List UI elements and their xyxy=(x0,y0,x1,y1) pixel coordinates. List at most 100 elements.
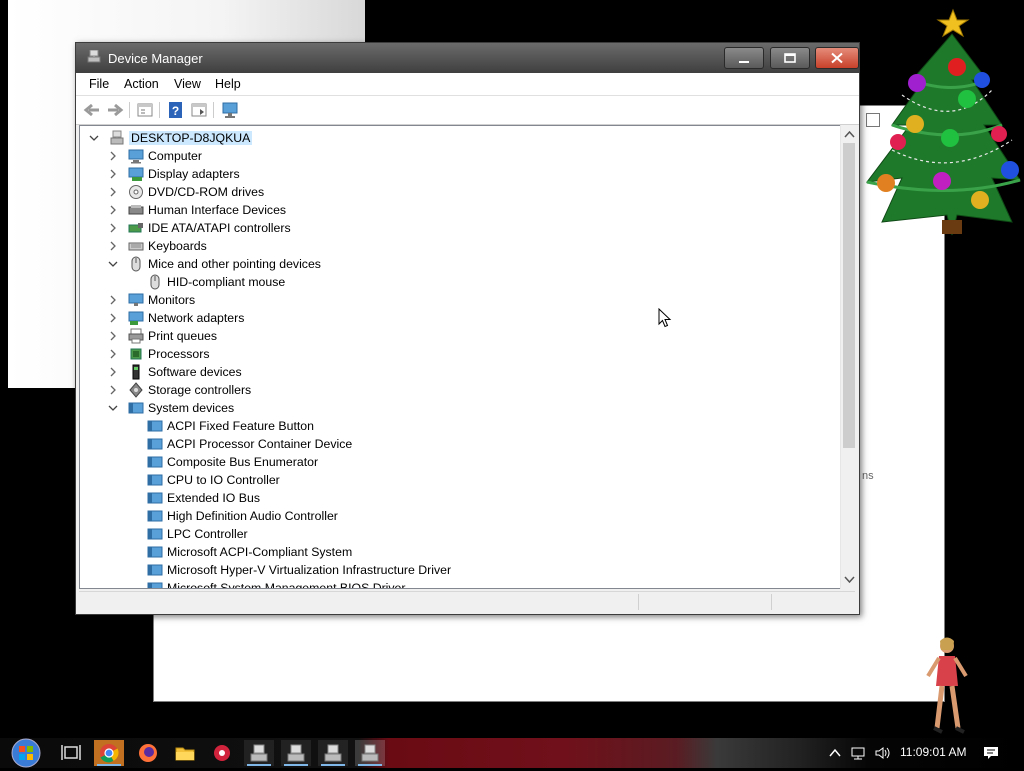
tree-item-label: Microsoft ACPI-Compliant System xyxy=(167,545,353,559)
system-device-icon xyxy=(147,438,163,450)
help-icon[interactable]: ? xyxy=(167,101,185,119)
tree-device-lpc-controller[interactable]: LPC Controller xyxy=(80,525,843,543)
tree-category-storage-controllers[interactable]: Storage controllers xyxy=(80,381,843,399)
red-app-icon[interactable] xyxy=(207,740,237,766)
tree-device-cpu-to-io-controller[interactable]: CPU to IO Controller xyxy=(80,471,843,489)
chevron-right-icon[interactable] xyxy=(107,330,119,342)
svg-text:?: ? xyxy=(172,104,179,118)
system-device-icon xyxy=(147,510,163,522)
network-icon[interactable] xyxy=(850,745,868,761)
storage-device-icon xyxy=(129,382,143,398)
file-explorer-icon[interactable] xyxy=(170,740,200,766)
task-view-icon[interactable] xyxy=(56,740,86,766)
tree-category-network-adapters[interactable]: Network adapters xyxy=(80,309,843,327)
system-device-icon xyxy=(147,474,163,486)
chevron-up-icon[interactable] xyxy=(828,745,842,761)
back-arrow-icon[interactable] xyxy=(83,101,101,119)
driver-details-icon[interactable] xyxy=(190,101,208,119)
chevron-right-icon[interactable] xyxy=(107,186,119,198)
chevron-right-icon[interactable] xyxy=(107,150,119,162)
maximize-icon xyxy=(784,53,796,63)
menu-file[interactable]: File xyxy=(89,77,109,91)
vertical-scrollbar[interactable] xyxy=(840,125,857,589)
chevron-right-icon[interactable] xyxy=(107,366,119,378)
tree-category-print-queues[interactable]: Print queues xyxy=(80,327,843,345)
scroll-down-icon[interactable] xyxy=(844,574,855,585)
menu-help[interactable]: Help xyxy=(215,77,241,91)
tree-item-label: Monitors xyxy=(148,293,196,307)
tree-category-software-devices[interactable]: Software devices xyxy=(80,363,843,381)
scan-hardware-icon[interactable] xyxy=(221,101,239,119)
tree-device-extended-io-bus[interactable]: Extended IO Bus xyxy=(80,489,843,507)
tree-root-node[interactable]: DESKTOP-D8JQKUA xyxy=(80,129,843,147)
chevron-right-icon[interactable] xyxy=(107,312,119,324)
tree-category-dvd-cd-rom-drives[interactable]: DVD/CD-ROM drives xyxy=(80,183,843,201)
dancer-decoration xyxy=(926,637,968,734)
tree-item-label: HID-compliant mouse xyxy=(167,275,286,289)
start-orb-icon[interactable] xyxy=(6,738,46,768)
tree-device-high-definition-audio-controller[interactable]: High Definition Audio Controller xyxy=(80,507,843,525)
display-device-icon xyxy=(128,167,144,181)
tree-device-composite-bus-enumerator[interactable]: Composite Bus Enumerator xyxy=(80,453,843,471)
tree-category-system-devices[interactable]: System devices xyxy=(80,399,843,417)
menu-action[interactable]: Action xyxy=(124,77,159,91)
chevron-right-icon[interactable] xyxy=(107,222,119,234)
taskbar-device-manager-3[interactable] xyxy=(318,740,348,766)
scroll-up-icon[interactable] xyxy=(844,129,855,140)
tree-device-hid-compliant-mouse[interactable]: HID-compliant mouse xyxy=(80,273,843,291)
tree-item-label: IDE ATA/ATAPI controllers xyxy=(148,221,291,235)
forward-arrow-icon[interactable] xyxy=(106,101,124,119)
menu-view[interactable]: View xyxy=(174,77,201,91)
firefox-icon[interactable] xyxy=(133,740,163,766)
tree-category-ide-ata-atapi-controllers[interactable]: IDE ATA/ATAPI controllers xyxy=(80,219,843,237)
tree-item-label: Processors xyxy=(148,347,210,361)
tree-item-label: DESKTOP-D8JQKUA xyxy=(129,131,253,145)
chevron-right-icon[interactable] xyxy=(107,384,119,396)
tree-item-label: ACPI Fixed Feature Button xyxy=(167,419,314,433)
tree-category-display-adapters[interactable]: Display adapters xyxy=(80,165,843,183)
taskbar-clock[interactable]: 11:09:01 AM xyxy=(900,745,967,759)
taskbar-chrome[interactable] xyxy=(94,740,124,766)
tree-category-human-interface-devices[interactable]: Human Interface Devices xyxy=(80,201,843,219)
tree-category-monitors[interactable]: Monitors xyxy=(80,291,843,309)
tree-device-acpi-processor-container-device[interactable]: ACPI Processor Container Device xyxy=(80,435,843,453)
mouse-device-icon xyxy=(131,256,141,272)
device-manager-window[interactable]: Device Manager File Action View Help ? D… xyxy=(75,42,860,615)
title-bar[interactable]: Device Manager xyxy=(76,43,859,73)
tree-item-label: Print queues xyxy=(148,329,218,343)
taskbar-device-manager-1[interactable] xyxy=(244,740,274,766)
tree-category-computer[interactable]: Computer xyxy=(80,147,843,165)
chevron-right-icon[interactable] xyxy=(107,240,119,252)
close-button[interactable] xyxy=(815,47,859,69)
chevron-right-icon[interactable] xyxy=(107,294,119,306)
tree-item-label: Microsoft System Management BIOS Driver xyxy=(167,581,406,589)
notification-icon[interactable] xyxy=(982,745,1000,761)
chevron-right-icon[interactable] xyxy=(107,348,119,360)
system-device-icon xyxy=(147,582,163,588)
chevron-right-icon[interactable] xyxy=(107,204,119,216)
tree-device-microsoft-hyper-v-virtualization-infrastructure-driver[interactable]: Microsoft Hyper-V Virtualization Infrast… xyxy=(80,561,843,579)
properties-icon[interactable] xyxy=(136,101,154,119)
chevron-down-icon[interactable] xyxy=(88,132,100,144)
taskbar-device-manager-2[interactable] xyxy=(281,740,311,766)
chevron-down-icon[interactable] xyxy=(107,402,119,414)
chevron-right-icon[interactable] xyxy=(107,168,119,180)
minimize-button[interactable] xyxy=(724,47,764,69)
speaker-icon[interactable] xyxy=(874,745,892,761)
tree-device-microsoft-system-management-bios-driver[interactable]: Microsoft System Management BIOS Driver xyxy=(80,579,843,589)
tree-category-keyboards[interactable]: Keyboards xyxy=(80,237,843,255)
maximize-button[interactable] xyxy=(770,47,810,69)
tree-device-acpi-fixed-feature-button[interactable]: ACPI Fixed Feature Button xyxy=(80,417,843,435)
tree-item-label: DVD/CD-ROM drives xyxy=(148,185,265,199)
system-device-icon xyxy=(147,528,163,540)
root-device-icon xyxy=(110,130,124,145)
chevron-down-icon[interactable] xyxy=(107,258,119,270)
tree-device-microsoft-acpi-compliant-system[interactable]: Microsoft ACPI-Compliant System xyxy=(80,543,843,561)
tree-category-mice-and-other-pointing-devices[interactable]: Mice and other pointing devices xyxy=(80,255,843,273)
device-tree[interactable]: DESKTOP-D8JQKUA Computer Display adapters D… xyxy=(79,125,844,589)
tree-item-label: ACPI Processor Container Device xyxy=(167,437,353,451)
taskbar-device-manager-4[interactable] xyxy=(355,740,385,766)
tree-item-label: CPU to IO Controller xyxy=(167,473,280,487)
tree-category-processors[interactable]: Processors xyxy=(80,345,843,363)
scrollbar-thumb[interactable] xyxy=(843,143,855,448)
